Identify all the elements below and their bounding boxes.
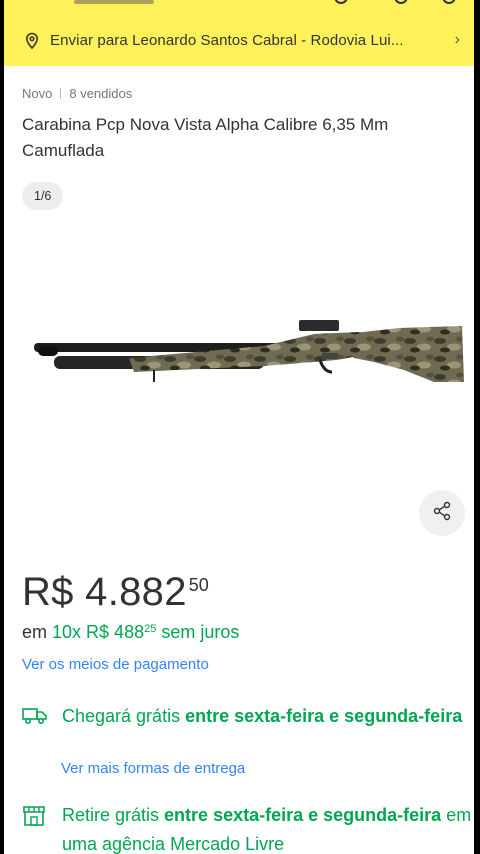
installments-cents: 25 [144,623,157,635]
store-icon [22,805,50,854]
share-icon [432,501,452,526]
menu-icon[interactable] [22,0,48,6]
truck-icon [22,706,50,731]
delivery-info: Chegará grátis entre sexta-feira e segun… [22,702,472,731]
product-price: R$ 4.882 50 [22,568,209,616]
favorite-icon[interactable] [334,0,348,4]
installments-amount: R$ 488 [86,622,145,642]
delivery-bold: entre sexta-feira e segunda-feira [185,706,463,726]
installments-suffix: sem juros [161,622,240,642]
sold-count: 8 vendidos [69,86,133,101]
chevron-right-icon: › [454,31,460,48]
pickup-info: Retire grátis entre sexta-feira e segund… [22,801,472,854]
product-title: Carabina Pcp Nova Vista Alpha Calibre 6,… [22,115,389,160]
installments-prefix: em [22,622,48,642]
installments-count: 10x [52,622,82,642]
top-header: Enviar para Leonardo Santos Cabral - Rod… [4,0,474,66]
share-button[interactable] [419,490,465,536]
notification-icon[interactable] [394,0,408,4]
delivery-text: Chegará grátis entre sexta-feira e segun… [62,702,462,731]
delivery-options-link[interactable]: Ver mais formas de entrega [61,760,245,777]
condition-label: Novo [22,86,53,101]
delivery-regular: Chegará grátis [62,706,181,726]
price-main: R$ 4.882 [22,570,187,614]
cart-icon[interactable] [442,0,456,4]
map-pin-icon [24,32,40,50]
price-cents: 50 [188,575,209,595]
product-page: Enviar para Leonardo Santos Cabral - Rod… [4,0,474,854]
installments-info: em 10x R$ 488 25 sem juros [22,622,239,643]
search-bar-edge[interactable] [74,0,154,4]
payment-methods-link[interactable]: Ver os meios de pagamento [22,656,209,673]
meta-divider [60,88,62,99]
pickup-bold: entre sexta-feira e segunda-feira [164,805,442,825]
shipping-address-bar[interactable]: Enviar para Leonardo Santos Cabral - Rod… [4,22,474,58]
app-frame: Enviar para Leonardo Santos Cabral - Rod… [0,0,480,854]
image-counter-badge: 1/6 [22,182,64,210]
pickup-text: Retire grátis entre sexta-feira e segund… [62,801,472,854]
pickup-regular-a: Retire grátis [62,805,160,825]
product-meta: Novo 8 vendidos [22,86,132,101]
shipping-address-text: Enviar para Leonardo Santos Cabral - Rod… [50,31,404,49]
product-image[interactable] [14,300,474,410]
